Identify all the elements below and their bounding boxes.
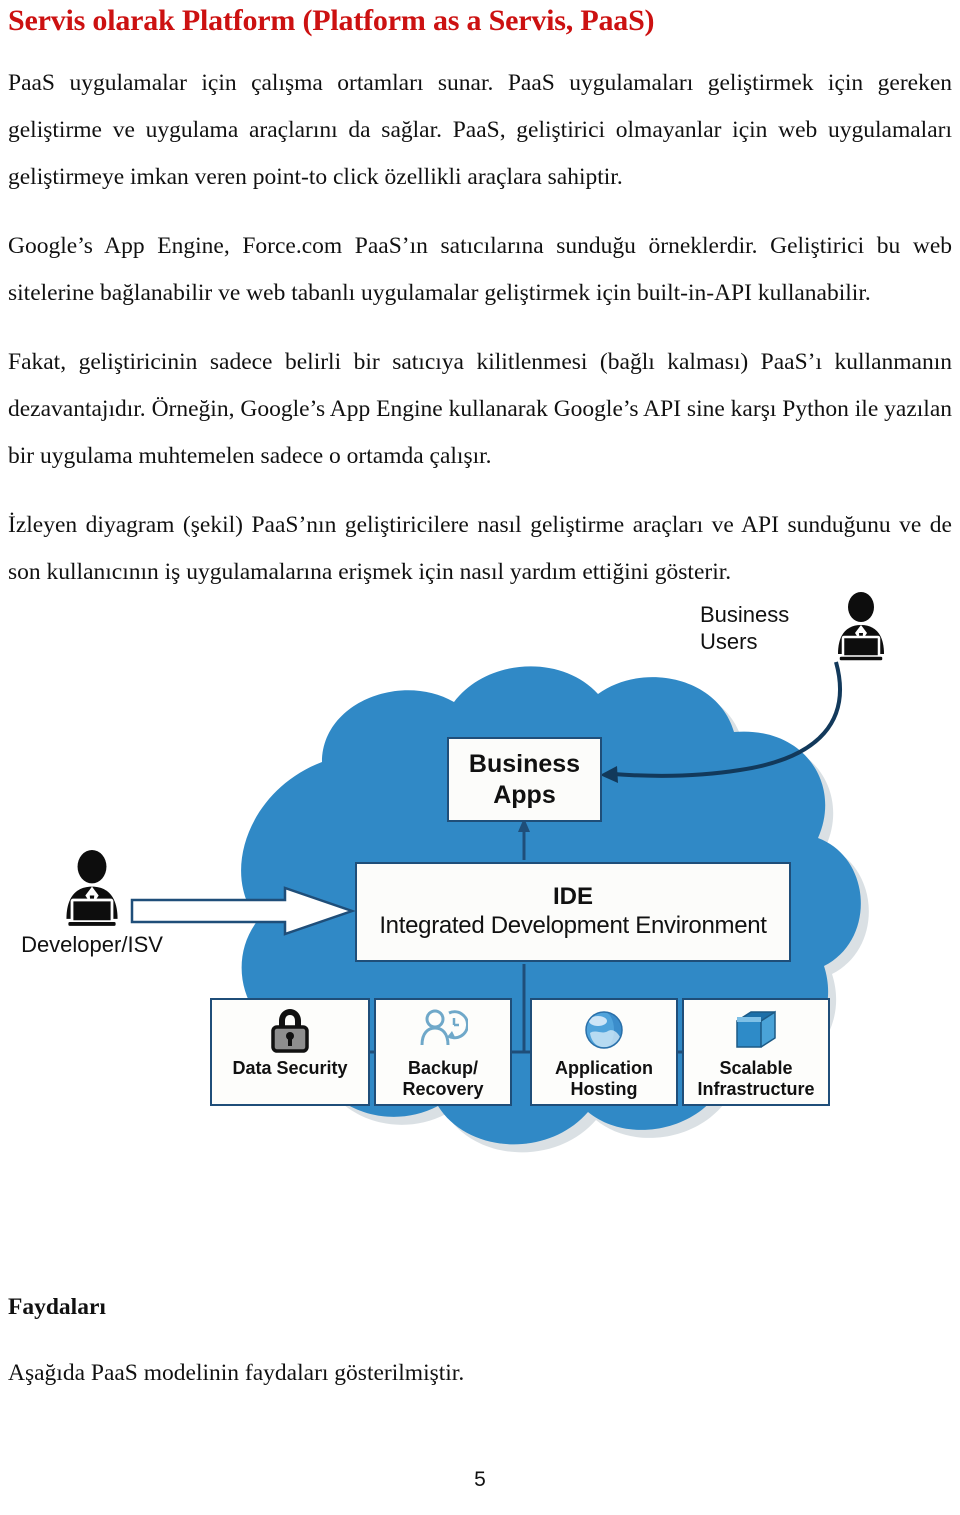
node-business-apps: Business Apps <box>447 737 602 822</box>
actor-business-users: Business Users <box>700 592 950 664</box>
service-label: Data Security <box>232 1058 348 1078</box>
person-at-laptop-icon <box>66 850 118 928</box>
ide-full-name: Integrated Development Environment <box>379 912 767 939</box>
person-clock-icon <box>418 1004 468 1056</box>
service-data-security: Data Security <box>210 998 370 1106</box>
business-apps-label: Business Apps <box>468 749 581 809</box>
ide-abbreviation: IDE <box>552 883 593 910</box>
body-text-block: PaaS uygulamalar için çalışma ortamları … <box>8 60 952 596</box>
padlock-icon <box>267 1004 313 1056</box>
service-scalable-infrastructure: Scalable Infrastructure <box>682 998 830 1106</box>
business-users-label: Business Users <box>700 602 790 654</box>
globe-icon <box>580 1004 628 1056</box>
service-backup-recovery: Backup/ Recovery <box>374 998 512 1106</box>
service-application-hosting: Application Hosting <box>530 998 678 1106</box>
person-at-laptop-icon <box>838 592 884 662</box>
section-heading-faydalari: Faydaları <box>8 1294 106 1320</box>
developer-isv-label: Developer/ISV <box>21 932 163 957</box>
document-page: Servis olarak Platform (Platform as a Se… <box>0 0 960 1515</box>
page-title: Servis olarak Platform (Platform as a Se… <box>8 4 655 37</box>
box-cube-icon <box>731 1004 781 1056</box>
paragraph-2: Google’s App Engine, Force.com PaaS’ın s… <box>8 233 952 306</box>
closing-paragraph: Aşağıda PaaS modelinin faydaları gösteri… <box>8 1360 465 1386</box>
page-number: 5 <box>474 1468 486 1491</box>
service-label: Scalable Infrastructure <box>697 1058 815 1099</box>
actor-developer-isv: Developer/ISV <box>2 850 182 958</box>
node-ide: IDE Integrated Development Environment <box>355 862 791 962</box>
paragraph-3: Fakat, geliştiricinin sadece belirli bir… <box>8 349 952 469</box>
paragraph-1: PaaS uygulamalar için çalışma ortamları … <box>8 70 952 190</box>
service-label: Backup/ Recovery <box>402 1058 484 1099</box>
service-label: Application Hosting <box>555 1058 653 1099</box>
paas-architecture-diagram: Business Users Developer/ISV Business Ap… <box>0 570 960 1270</box>
